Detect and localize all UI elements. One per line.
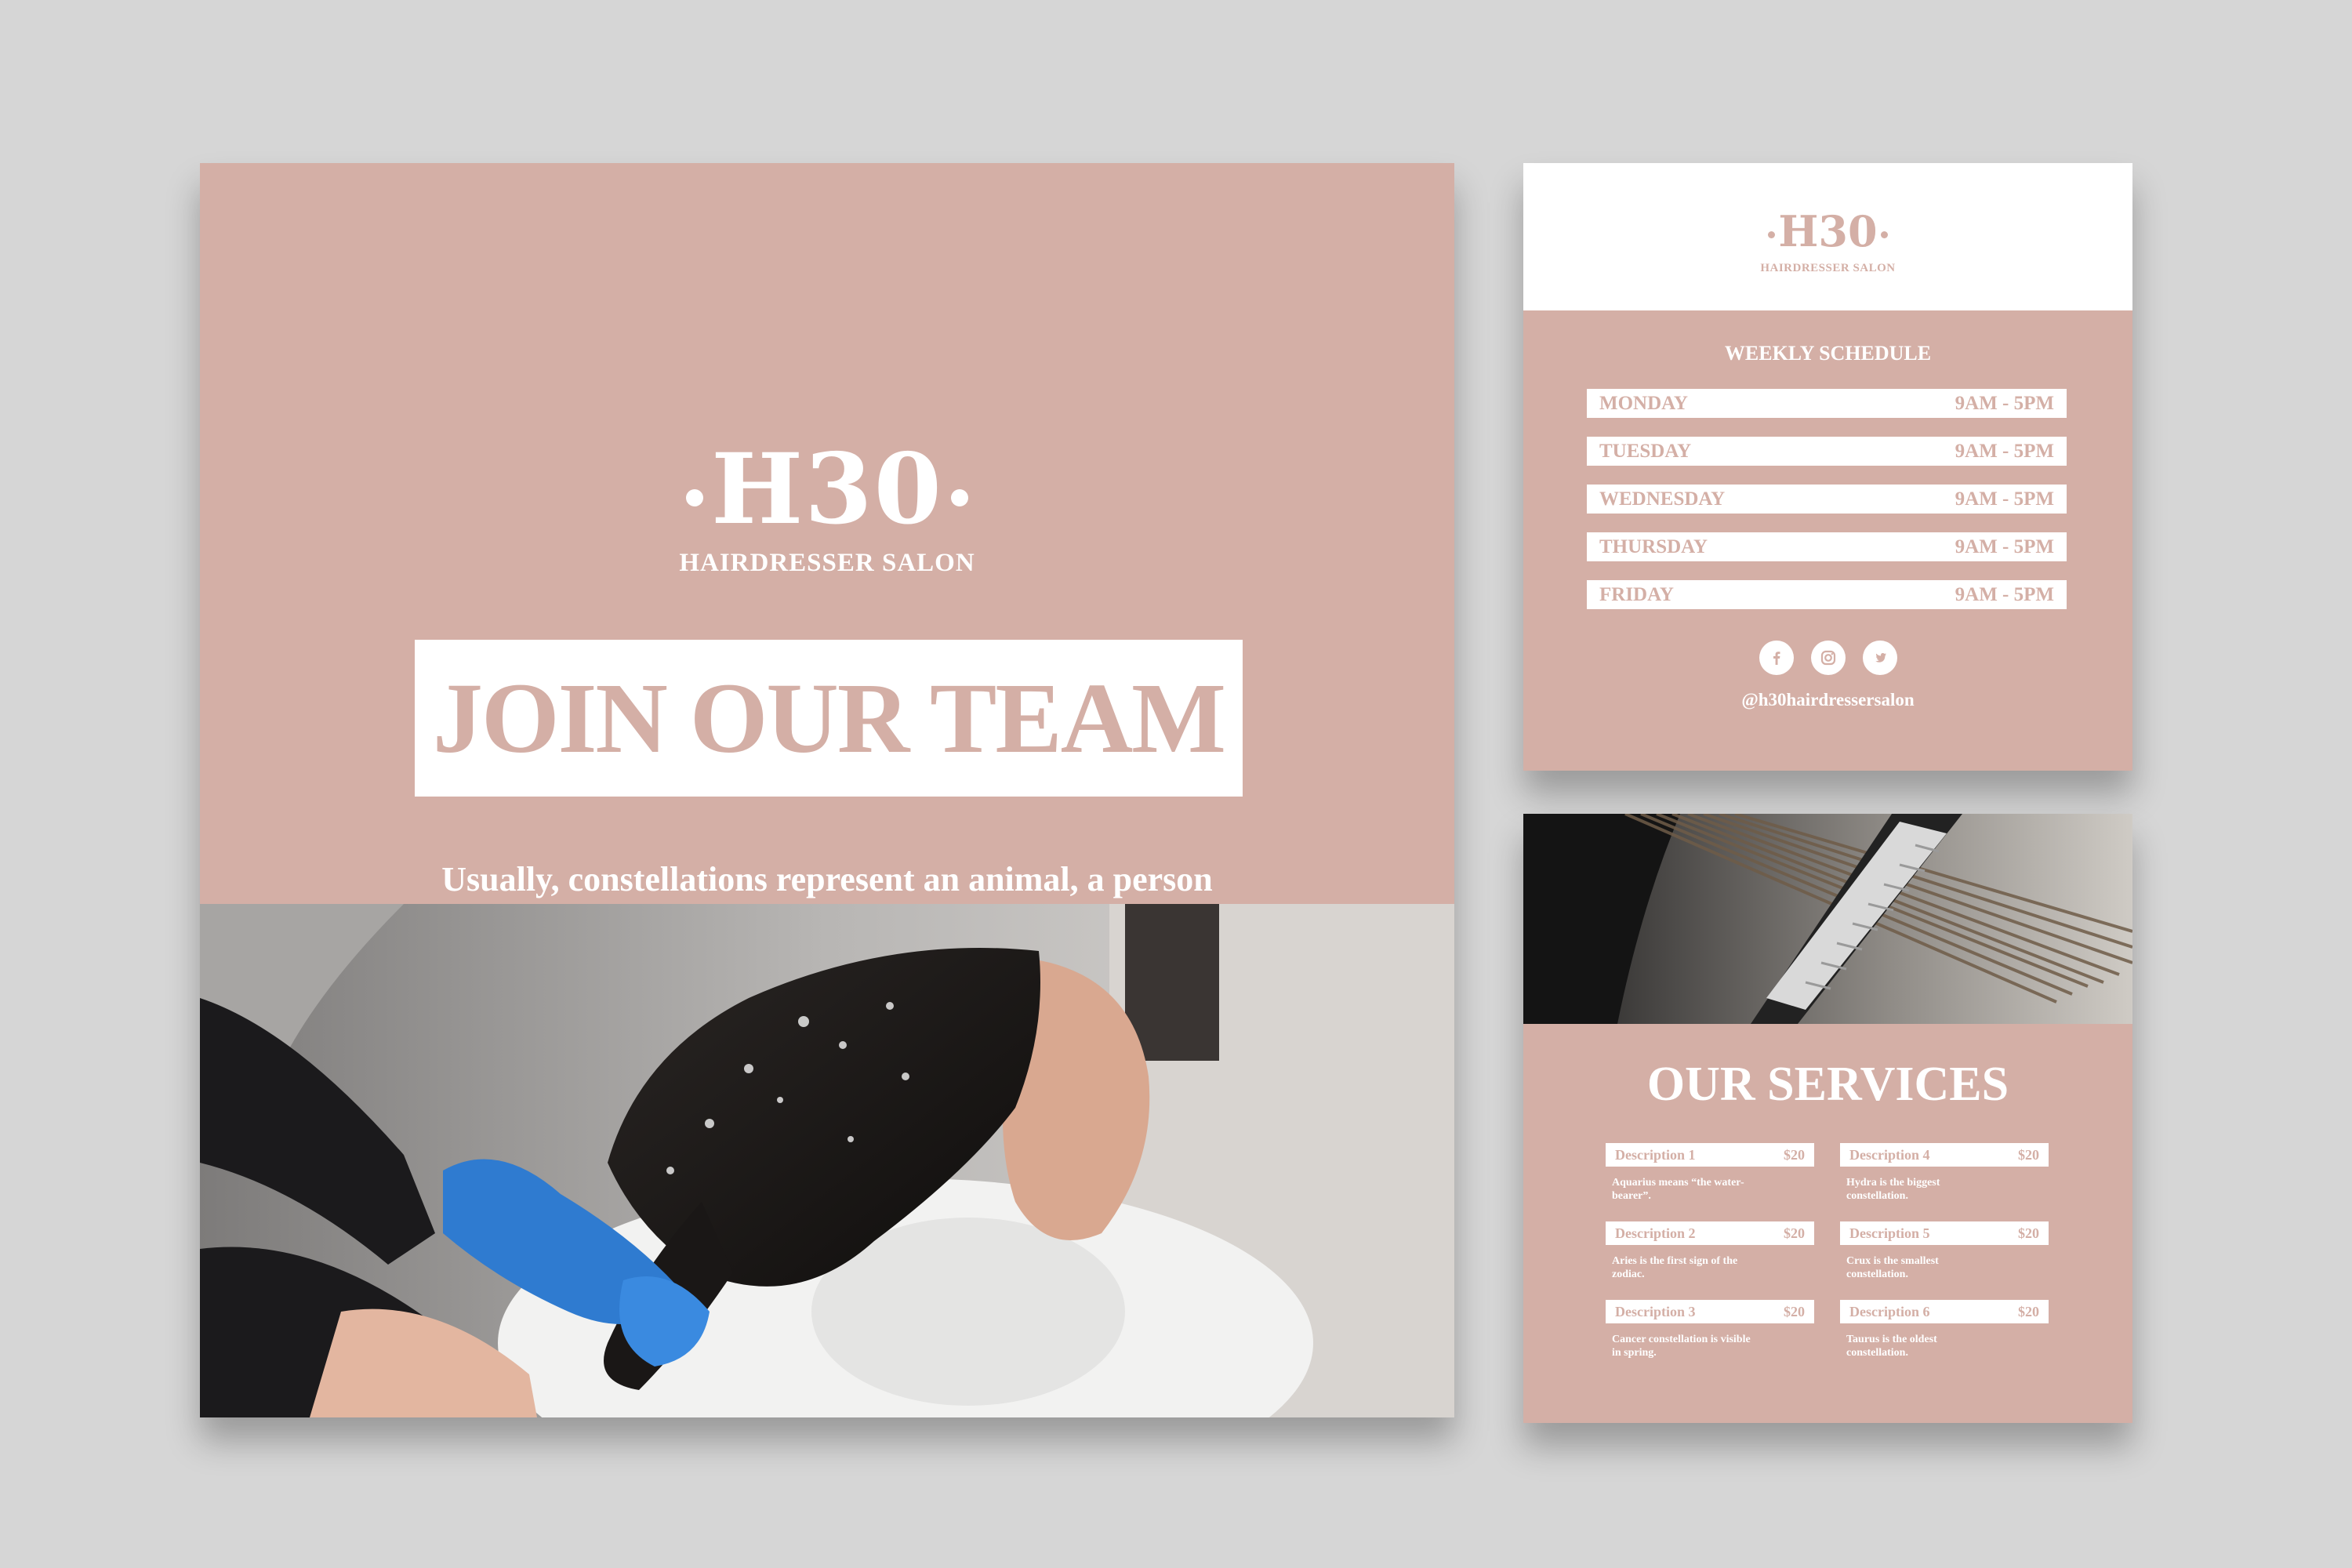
service-price: $20 [2018,1146,2039,1163]
service-item: Description 3 $20 Cancer constellation i… [1606,1300,1814,1378]
service-item: Description 1 $20 Aquarius means “the wa… [1606,1143,1814,1221]
join-team-poster: H30 HAIRDRESSER SALON JOIN OUR TEAM Usua… [200,163,1454,1417]
service-price: $20 [1784,1303,1805,1319]
schedule-row: THURSDAY 9AM - 5PM [1587,532,2067,561]
schedule-day: TUESDAY [1599,440,1692,462]
service-description: Crux is the smallest constellation. [1846,1255,1939,1280]
brand-subtitle-small: HAIRDRESSER SALON [1760,262,1896,274]
logo-dot-icon [950,488,968,506]
schedule-hours: 9AM - 5PM [1955,583,2054,605]
service-item: Description 5 $20 Crux is the smallest c… [1840,1221,2049,1300]
service-price: $20 [1784,1146,1805,1163]
schedule-title: WEEKLY SCHEDULE [1724,342,1932,365]
hair-wash-photo-image [200,904,1454,1417]
logo-dot-icon [1768,231,1776,239]
schedule-hours: 9AM - 5PM [1955,535,2054,557]
service-name: Description 1 [1615,1146,1696,1163]
service-description: Hydra is the biggest constellation. [1846,1177,1940,1202]
schedule-hours: 9AM - 5PM [1955,488,2054,510]
logo-dot-icon [1880,231,1888,239]
schedule-header: H30 HAIRDRESSER SALON [1523,163,2132,310]
schedule-day: THURSDAY [1599,535,1708,557]
brand-logo: H30 [200,441,1454,539]
schedule-hours: 9AM - 5PM [1955,392,2054,414]
logo-text-small: H30 [1778,206,1878,256]
service-name: Description 3 [1615,1303,1696,1319]
social-links [1523,641,2132,675]
service-bar: Description 1 $20 [1606,1143,1814,1167]
service-bar: Description 4 $20 [1840,1143,2049,1167]
schedule-row: TUESDAY 9AM - 5PM [1587,437,2067,466]
schedule-hours: 9AM - 5PM [1955,440,2054,462]
schedule-row: WEDNESDAY 9AM - 5PM [1587,485,2067,514]
services-column-left: Description 1 $20 Aquarius means “the wa… [1606,1143,1814,1378]
service-description: Cancer constellation is visible in sprin… [1612,1334,1751,1359]
service-name: Description 2 [1615,1225,1696,1241]
headline-box: JOIN OUR TEAM [415,640,1243,797]
service-bar: Description 5 $20 [1840,1221,2049,1245]
weekly-schedule-card: H30 HAIRDRESSER SALON WEEKLY SCHEDULE MO… [1523,163,2132,771]
brand-subtitle: HAIRDRESSER SALON [679,549,975,577]
service-item: Description 4 $20 Hydra is the biggest c… [1840,1143,2049,1221]
logo-text: H30 [711,433,943,546]
poster-header: H30 HAIRDRESSER SALON JOIN OUR TEAM Usua… [200,163,1454,944]
service-price: $20 [2018,1303,2039,1319]
our-services-card: OUR SERVICES Description 1 $20 Aquarius … [1523,814,2132,1423]
service-name: Description 4 [1849,1146,1930,1163]
schedule-list: MONDAY 9AM - 5PM TUESDAY 9AM - 5PM WEDNE… [1587,389,2067,628]
schedule-day: FRIDAY [1599,583,1674,605]
services-title: OUR SERVICES [1646,1058,2009,1111]
schedule-row: MONDAY 9AM - 5PM [1587,389,2067,418]
hair-straightener-photo [1523,814,2132,1024]
hair-straightener-photo-image [1523,814,2132,1024]
headline: JOIN OUR TEAM [433,662,1226,774]
hair-wash-photo [200,904,1454,1417]
service-bar: Description 3 $20 [1606,1300,1814,1323]
brand-logo-small: H30 [1523,210,2132,252]
twitter-icon[interactable] [1862,641,1897,675]
logo-dot-icon [686,488,704,506]
service-price: $20 [1784,1225,1805,1241]
schedule-day: MONDAY [1599,392,1688,414]
service-price: $20 [2018,1225,2039,1241]
service-item: Description 2 $20 Aries is the first sig… [1606,1221,1814,1300]
service-item: Description 6 $20 Taurus is the oldest c… [1840,1300,2049,1378]
services-column-right: Description 4 $20 Hydra is the biggest c… [1840,1143,2049,1378]
service-description: Aries is the first sign of the zodiac. [1612,1255,1738,1280]
service-name: Description 6 [1849,1303,1930,1319]
instagram-icon[interactable] [1810,641,1846,675]
service-bar: Description 6 $20 [1840,1300,2049,1323]
facebook-icon[interactable] [1759,641,1794,675]
social-handle[interactable]: @h30hairdressersalon [1523,690,2132,710]
schedule-day: WEDNESDAY [1599,488,1726,510]
schedule-row: FRIDAY 9AM - 5PM [1587,580,2067,609]
service-description: Taurus is the oldest constellation. [1846,1334,1937,1359]
service-name: Description 5 [1849,1225,1930,1241]
service-description: Aquarius means “the water-bearer”. [1612,1177,1744,1202]
service-bar: Description 2 $20 [1606,1221,1814,1245]
